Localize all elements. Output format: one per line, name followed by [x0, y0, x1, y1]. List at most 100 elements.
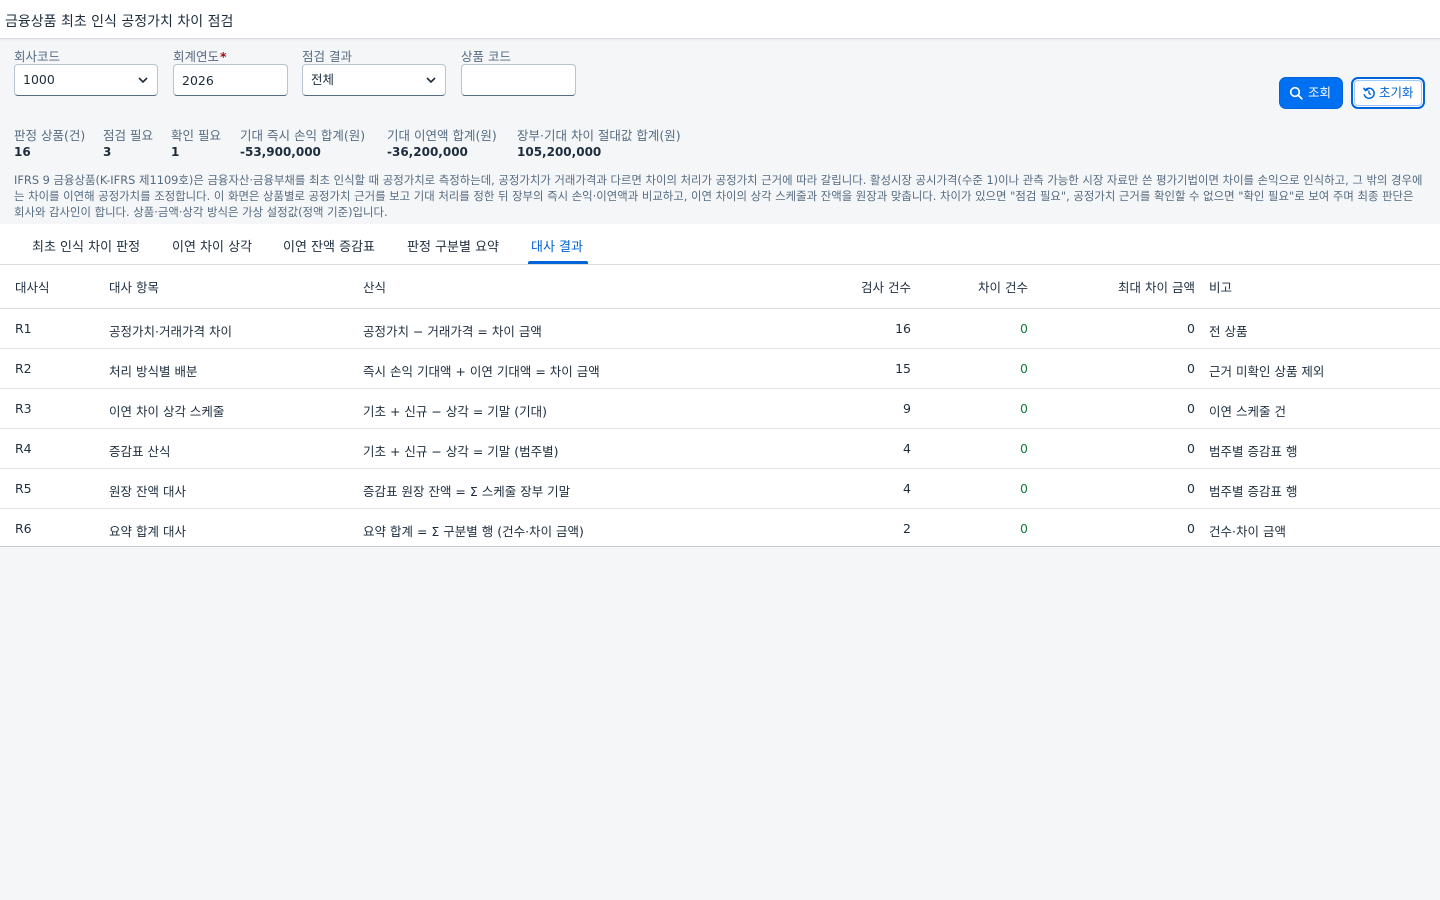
cell-max-diff: 0 — [1187, 481, 1195, 496]
cell-item: 요약 합계 대사 — [109, 524, 186, 539]
product-code-input[interactable] — [461, 64, 576, 96]
table-row[interactable]: R2 처리 방식별 배분 즉시 손익 기대액 + 이연 기대액 = 차이 금액 … — [0, 349, 1440, 389]
cell-rule-id: R5 — [15, 481, 32, 496]
col-diff-count[interactable]: 차이 건수 — [978, 277, 1028, 296]
cell-item: 증감표 산식 — [109, 444, 171, 459]
cell-diff-count: 0 — [1020, 521, 1028, 536]
cell-checked-count: 2 — [903, 521, 911, 536]
kpi-expected-immediate-pl: 기대 즉시 손익 합계(원) -53,900,000 — [240, 125, 365, 159]
kpi-value: -53,900,000 — [240, 145, 321, 159]
product-code-field: 상품 코드 — [461, 46, 511, 64]
cell-checked-count: 15 — [895, 361, 911, 376]
cell-formula: 요약 합계 = Σ 구분별 행 (건수·차이 금액) — [363, 524, 584, 539]
search-button-label: 조회 — [1308, 85, 1332, 100]
cell-max-diff: 0 — [1187, 321, 1195, 336]
tab-initial-recognition[interactable]: 최초 인식 차이 판정 — [32, 236, 140, 255]
kpi-value: 16 — [14, 145, 31, 159]
cell-remark: 건수·차이 금액 — [1209, 524, 1286, 539]
col-item[interactable]: 대사 항목 — [109, 277, 159, 296]
kpi-summary: 판정 상품(건) 16 점검 필요 3 확인 필요 1 기대 즉시 손익 합계(… — [0, 125, 1440, 165]
cell-checked-count: 9 — [903, 401, 911, 416]
cell-rule-id: R4 — [15, 441, 32, 456]
check-result-value: 전체 — [311, 72, 335, 87]
cell-diff-count: 0 — [1020, 441, 1028, 456]
cell-checked-count: 4 — [903, 481, 911, 496]
cell-rule-id: R2 — [15, 361, 32, 376]
kpi-label: 기대 즉시 손익 합계(원) — [240, 128, 366, 143]
col-rule-id[interactable]: 대사식 — [15, 277, 50, 296]
fiscal-year-field: 회계연도* — [173, 46, 227, 64]
reset-button-label: 초기화 — [1379, 85, 1414, 100]
kpi-label: 점검 필요 — [103, 128, 153, 143]
search-icon — [1289, 86, 1303, 100]
kpi-confirm-needed: 확인 필요 1 — [171, 125, 221, 159]
product-code-label: 상품 코드 — [461, 49, 511, 64]
cell-remark: 이연 스케줄 건 — [1209, 404, 1286, 419]
cell-diff-count: 0 — [1020, 361, 1028, 376]
cell-formula: 즉시 손익 기대액 + 이연 기대액 = 차이 금액 — [363, 364, 600, 379]
cell-max-diff: 0 — [1187, 521, 1195, 536]
tab-deferred-amortization[interactable]: 이연 차이 상각 — [172, 236, 252, 255]
cell-max-diff: 0 — [1187, 441, 1195, 456]
search-button[interactable]: 조회 — [1279, 77, 1343, 109]
col-checked-count[interactable]: 검사 건수 — [861, 277, 911, 296]
cell-max-diff: 0 — [1187, 401, 1195, 416]
cell-rule-id: R3 — [15, 401, 32, 416]
cell-remark: 근거 미확인 상품 제외 — [1209, 364, 1325, 379]
table-row[interactable]: R5 원장 잔액 대사 증감표 원장 잔액 = Σ 스케줄 장부 기말 4 0 … — [0, 469, 1440, 509]
col-max-diff[interactable]: 최대 차이 금액 — [1118, 277, 1195, 296]
tab-reconciliation-results[interactable]: 대사 결과 — [531, 236, 583, 255]
fiscal-year-input[interactable] — [173, 64, 288, 96]
company-code-value: 1000 — [23, 72, 55, 87]
reset-button[interactable]: 초기화 — [1351, 77, 1425, 109]
chevron-down-icon — [138, 77, 148, 84]
kpi-value: 3 — [103, 145, 112, 159]
cell-checked-count: 4 — [903, 441, 911, 456]
cell-rule-id: R6 — [15, 521, 32, 536]
kpi-label: 장부·기대 차이 절대값 합계(원) — [517, 128, 681, 143]
cell-diff-count: 0 — [1020, 401, 1028, 416]
table-row[interactable]: R4 증감표 산식 기초 + 신규 − 상각 = 기말 (범주별) 4 0 0 … — [0, 429, 1440, 469]
cell-remark: 범주별 증감표 행 — [1209, 484, 1298, 499]
cell-formula: 증감표 원장 잔액 = Σ 스케줄 장부 기말 — [363, 484, 571, 499]
cell-item: 이연 차이 상각 스케줄 — [109, 404, 225, 419]
table-row[interactable]: R3 이연 차이 상각 스케줄 기초 + 신규 − 상각 = 기말 (기대) 9… — [0, 389, 1440, 429]
check-result-label: 점검 결과 — [302, 49, 352, 64]
cell-diff-count: 0 — [1020, 321, 1028, 336]
tab-deferred-balance-rollforward[interactable]: 이연 잔액 증감표 — [283, 236, 375, 255]
cell-checked-count: 16 — [895, 321, 911, 336]
check-result-select[interactable]: 전체 — [302, 64, 446, 96]
kpi-judged-products: 판정 상품(건) 16 — [14, 125, 85, 159]
kpi-label: 판정 상품(건) — [14, 128, 86, 143]
kpi-expected-deferred: 기대 이연액 합계(원) -36,200,000 — [387, 125, 497, 159]
kpi-check-needed: 점검 필요 3 — [103, 125, 153, 159]
table-row[interactable]: R1 공정가치·거래가격 차이 공정가치 − 거래가격 = 차이 금액 16 0… — [0, 309, 1440, 349]
cell-item: 원장 잔액 대사 — [109, 484, 186, 499]
check-result-field: 점검 결과 — [302, 46, 352, 64]
filter-bar: 회사코드 1000 회계연도* 점검 결과 전체 상품 코드 조회 초기화 — [0, 40, 1440, 115]
col-remark[interactable]: 비고 — [1209, 277, 1232, 296]
page-header: 금융상품 최초 인식 공정가치 차이 점검 — [0, 0, 1440, 39]
kpi-value: 105,200,000 — [517, 145, 602, 159]
cell-remark: 범주별 증감표 행 — [1209, 444, 1298, 459]
fiscal-year-label: 회계연도 — [173, 49, 220, 64]
table-row[interactable]: R6 요약 합계 대사 요약 합계 = Σ 구분별 행 (건수·차이 금액) 2… — [0, 509, 1440, 547]
table-header: 대사식 대사 항목 산식 검사 건수 차이 건수 최대 차이 금액 비고 — [0, 265, 1440, 309]
cell-max-diff: 0 — [1187, 361, 1195, 376]
col-formula[interactable]: 산식 — [363, 277, 386, 296]
kpi-label: 기대 이연액 합계(원) — [387, 128, 497, 143]
cell-diff-count: 0 — [1020, 481, 1028, 496]
description-note: IFRS 9 금융상품(K-IFRS 제1109호)은 금융자산·금융부채를 최… — [14, 173, 1423, 219]
tab-category-summary[interactable]: 판정 구분별 요약 — [407, 236, 499, 255]
kpi-abs-difference: 장부·기대 차이 절대값 합계(원) 105,200,000 — [517, 125, 681, 159]
company-code-select[interactable]: 1000 — [14, 64, 158, 96]
page-title: 금융상품 최초 인식 공정가치 차이 점검 — [5, 14, 234, 30]
required-mark: * — [220, 49, 227, 64]
tab-bar: 최초 인식 차이 판정 이연 차이 상각 이연 잔액 증감표 판정 구분별 요약… — [0, 224, 1440, 265]
reconciliation-table: 대사식 대사 항목 산식 검사 건수 차이 건수 최대 차이 금액 비고 R1 … — [0, 265, 1440, 547]
cell-item: 처리 방식별 배분 — [109, 364, 198, 379]
kpi-label: 확인 필요 — [171, 128, 221, 143]
kpi-value: -36,200,000 — [387, 145, 468, 159]
cell-formula: 기초 + 신규 − 상각 = 기말 (기대) — [363, 404, 547, 419]
reset-icon — [1362, 87, 1375, 100]
